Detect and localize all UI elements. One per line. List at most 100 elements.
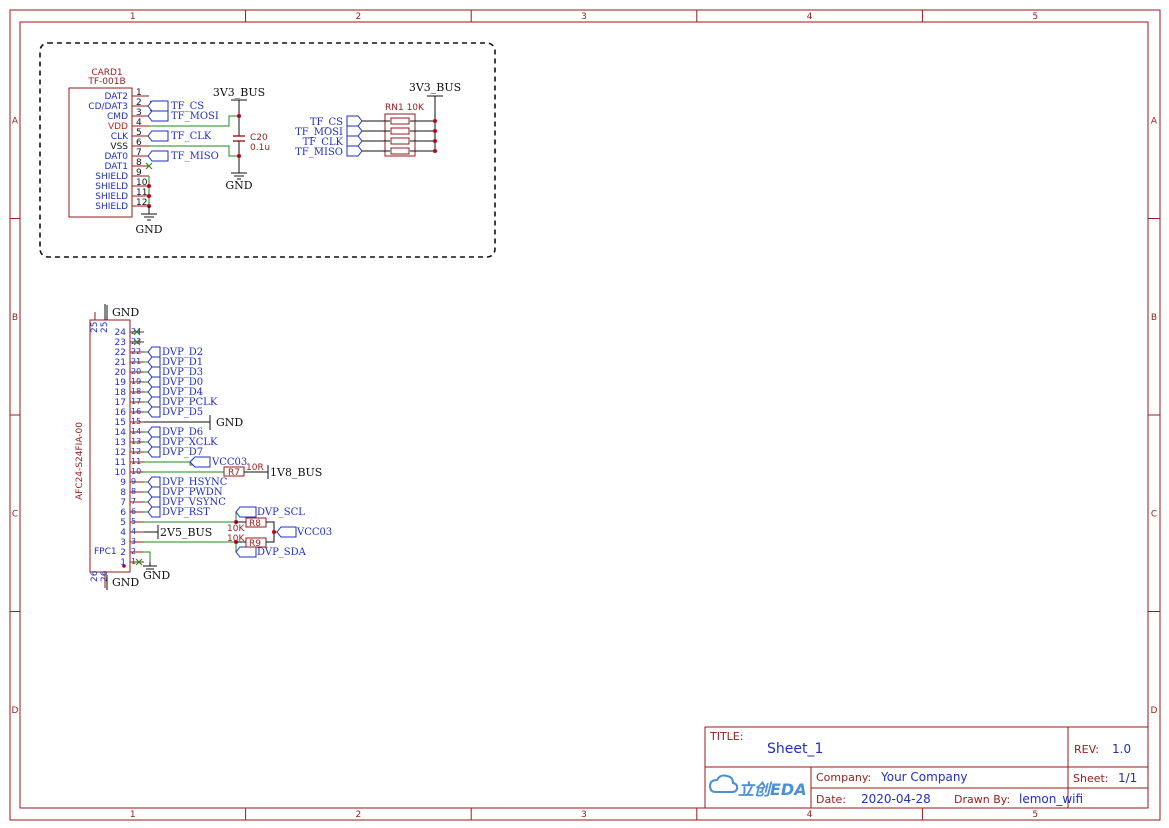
fpc-pin-number: 16 (131, 407, 141, 416)
sd-card-part: TF-001B (87, 77, 125, 87)
zone-row-label: C (1151, 509, 1157, 519)
resistor-network: 3V3_BUS RN1 10K TF_CS TF_MOSI TF_CLK TF_… (295, 81, 461, 158)
cap-designator: C20 (250, 133, 268, 143)
sd-pin-number: 5 (136, 128, 142, 138)
zone-col-label: 4 (807, 810, 813, 820)
net-tf-miso: TF_MISO (171, 151, 219, 162)
fpc-pin-name: 9 (120, 478, 126, 488)
fpc-pin-number: 2 (131, 547, 136, 556)
fpc-net-port (147, 436, 161, 448)
r7-designator: R7 (228, 468, 240, 478)
schematic-sheet: 1122334455A AB BC CD D CARD1 TF-001B DAT2 1CD… (9, 9, 1161, 821)
junction (147, 194, 151, 198)
fpc-connector: AFC24-S24FIA-00 FPC1 25 25 GND 26 26 GND… (75, 304, 144, 590)
fpc-p15-gnd: GND (216, 416, 243, 429)
fpc-net-port (147, 396, 161, 408)
sd-pin-name: DAT0 (105, 152, 129, 162)
fpc-pin-number: 10 (131, 467, 141, 476)
junction (147, 184, 151, 188)
junction (433, 139, 437, 143)
rn-port (346, 145, 363, 157)
fpc-pin-number: 5 (131, 517, 136, 526)
fpc-pin-name: 3 (120, 538, 126, 548)
p2-wire (144, 551, 151, 562)
zone-col-label: 2 (356, 810, 362, 820)
rev-value: 1.0 (1112, 742, 1131, 756)
fpc-p4-2v5: 2V5_BUS (160, 526, 212, 539)
port-vcc03 (189, 456, 211, 468)
zone-col-label: 1 (130, 12, 136, 22)
r9-designator: R9 (249, 539, 261, 549)
fpc-pin-number: 11 (131, 457, 141, 466)
sd-gnd-label: GND (135, 223, 162, 236)
fpc-pin-name: 16 (115, 408, 127, 418)
fpc-net-port (147, 446, 161, 458)
junction (433, 149, 437, 153)
fpc-part: AFC24-S24FIA-00 (75, 422, 85, 500)
date-value: 2020-04-28 (861, 792, 931, 806)
net-tf-clk: TF_CLK (171, 131, 212, 142)
cap-power-label: 3V3_BUS (213, 86, 265, 99)
port-tf-clk (147, 130, 169, 142)
title-label: TITLE: (709, 730, 743, 743)
fpc-pin-26-num-b: 26 (100, 570, 110, 582)
fpc-pin-number: 14 (131, 427, 141, 436)
title-block: TITLE: Sheet_1 REV: 1.0 Company: Your Co… (704, 726, 1149, 809)
drawn-label: Drawn By: (954, 793, 1010, 806)
fpc-net-port (147, 356, 161, 368)
sd-pin-number: 4 (136, 118, 142, 128)
rn-resistor (390, 147, 410, 155)
fpc-pin-number: 9 (131, 477, 136, 486)
fpc-pin-name: 21 (115, 358, 126, 368)
r8-designator: R8 (249, 519, 261, 529)
fpc-net-port (147, 346, 161, 358)
port-tf-cs (147, 100, 169, 112)
fpc-pin-number: 19 (131, 377, 141, 386)
rn-resistor (390, 127, 410, 135)
zone-row-label: A (1151, 116, 1158, 126)
fpc-net-port (147, 506, 161, 518)
fpc-pin-number: 7 (131, 497, 136, 506)
fpc-pin-number: 1 (131, 557, 136, 566)
fpc-pin-name: 15 (115, 418, 126, 428)
fpc-net-port (147, 476, 161, 488)
fpc-pin-number: 17 (131, 397, 141, 406)
fpc-net-port (147, 366, 161, 378)
fpc-pin-name: 8 (120, 488, 126, 498)
rn-port (346, 135, 363, 147)
rn-port (346, 125, 363, 137)
sd-pin-name: DAT1 (105, 162, 128, 172)
fpc-net-port (147, 486, 161, 498)
fpc-pin-name: 12 (115, 448, 126, 458)
sd-pin-number: 6 (136, 138, 142, 148)
port-vcc03-pullup (276, 526, 297, 538)
fpc-pin-number: 3 (131, 537, 136, 546)
r8-value: 10K (227, 524, 245, 534)
sd-pin-name: VSS (110, 142, 128, 152)
fpc-designator: FPC1 (94, 547, 117, 557)
sd-card-symbol: CARD1 TF-001B DAT2 1CD/DAT3 2CMD 3VDD 4CLK 5V… (68, 68, 163, 236)
cap-value: 0.1u (250, 143, 270, 153)
rn-port (346, 115, 363, 127)
zone-row-label: D (12, 706, 19, 716)
port-tf-mosi (147, 110, 169, 122)
fpc-pin-number: 22 (131, 347, 141, 356)
sd-pin-name: SHIELD (95, 172, 128, 182)
sd-pin-number: 11 (136, 188, 147, 198)
zone-col-label: 5 (1032, 12, 1038, 22)
fpc-pin-name: 18 (115, 388, 127, 398)
fpc-pin-number: 13 (131, 437, 141, 446)
fpc-net-labels: DVP_D2DVP_D1DVP_D3DVP_D0DVP_D4DVP_PCLKDV… (135, 346, 332, 582)
fpc-pin-26-num: 26 (90, 570, 100, 582)
company-label: Company: (816, 771, 871, 784)
date-label: Date: (816, 793, 846, 806)
fpc-pin-number: 15 (131, 417, 141, 426)
fpc-pin-name: 23 (115, 338, 126, 348)
fpc-pin-name: 2 (120, 548, 126, 558)
fpc-pin-number: 18 (131, 387, 141, 396)
fpc-net-port (147, 496, 161, 508)
fpc-net-label: DVP_D5 (162, 407, 203, 418)
fpc-pin-name: 4 (120, 528, 126, 538)
fpc-pin-name: 20 (115, 368, 127, 378)
fpc-gnd-bottom: GND (112, 576, 139, 589)
